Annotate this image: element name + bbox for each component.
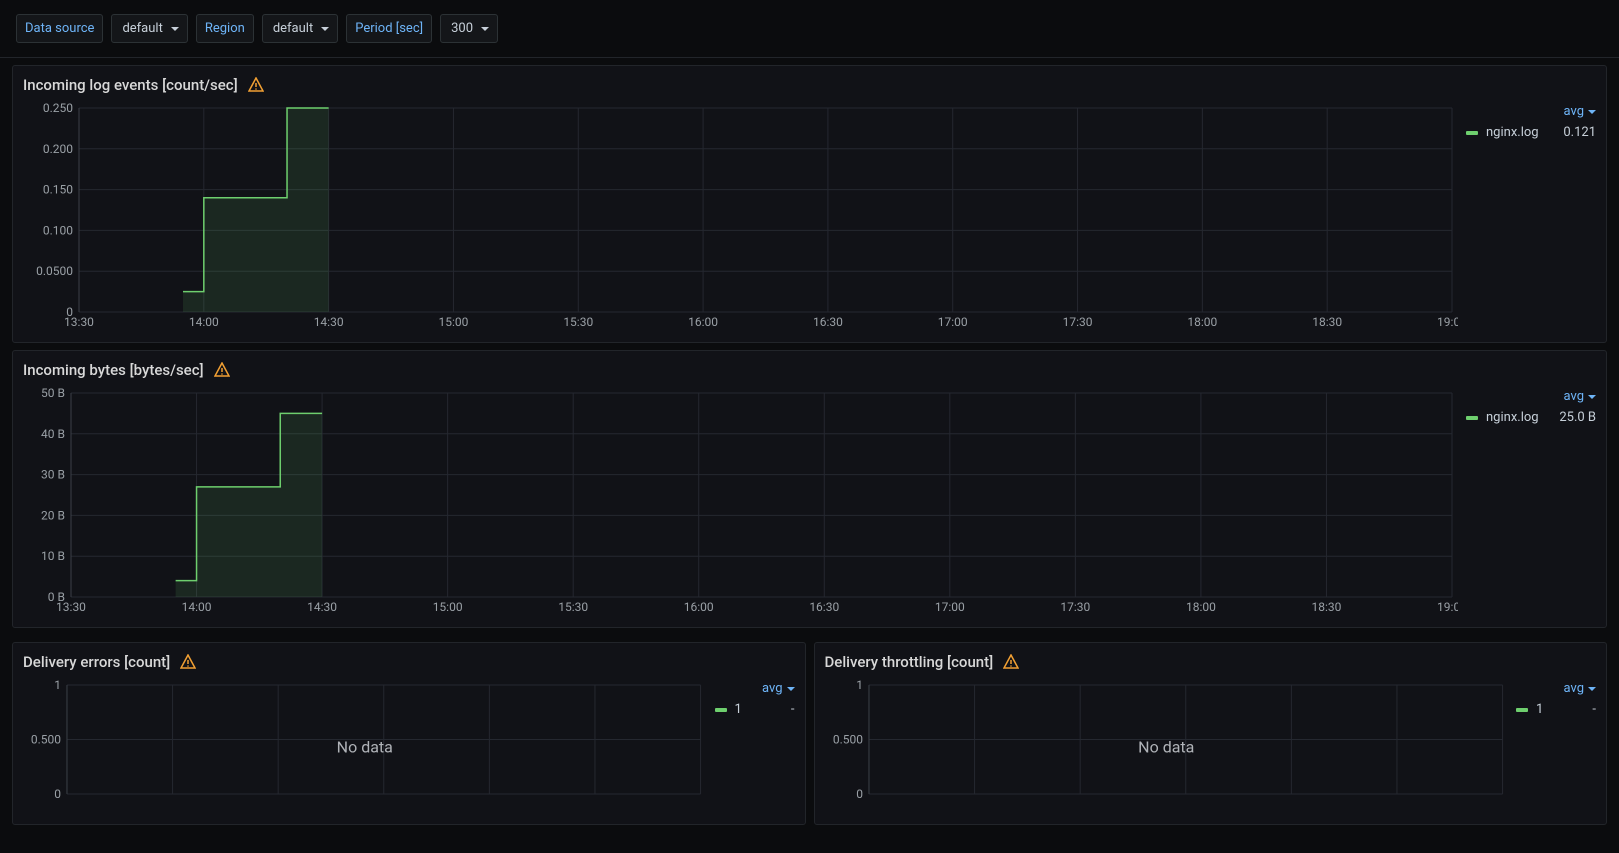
- warning-icon[interactable]: [1003, 654, 1019, 670]
- svg-text:14:00: 14:00: [189, 315, 219, 329]
- svg-text:40 B: 40 B: [41, 427, 65, 441]
- legend: avg nginx.log 25.0 B: [1466, 385, 1596, 619]
- legend: avg nginx.log 0.121: [1466, 100, 1596, 334]
- svg-text:0.500: 0.500: [31, 733, 61, 747]
- svg-text:0: 0: [54, 787, 61, 801]
- chart-incoming-log-events[interactable]: 00.05000.1000.1500.2000.25013:3014:0014:…: [23, 100, 1458, 334]
- legend-aggregation-select[interactable]: avg: [1466, 389, 1596, 404]
- svg-text:0.250: 0.250: [43, 101, 73, 115]
- svg-text:14:30: 14:30: [314, 315, 344, 329]
- svg-text:1: 1: [856, 678, 863, 692]
- data-source-select[interactable]: default: [111, 14, 187, 43]
- svg-text:20 B: 20 B: [41, 508, 65, 522]
- legend-item[interactable]: 1 -: [1516, 702, 1596, 717]
- panel-title: Delivery errors [count]: [23, 653, 170, 671]
- svg-text:0.0500: 0.0500: [36, 264, 73, 278]
- svg-text:19:00: 19:00: [1437, 315, 1458, 329]
- svg-text:10 B: 10 B: [41, 549, 65, 563]
- toolbar: Data source default Region default Perio…: [0, 0, 1619, 58]
- svg-text:13:30: 13:30: [64, 315, 94, 329]
- legend-series-name: nginx.log: [1486, 125, 1555, 140]
- period-select[interactable]: 300: [440, 14, 498, 43]
- legend-item[interactable]: 1 -: [715, 702, 795, 717]
- no-data-label: No data: [337, 737, 393, 756]
- panel-title: Incoming bytes [bytes/sec]: [23, 361, 204, 379]
- svg-text:0.150: 0.150: [43, 183, 73, 197]
- region-label: Region: [196, 14, 254, 43]
- svg-text:18:00: 18:00: [1186, 600, 1216, 614]
- svg-text:17:30: 17:30: [1060, 600, 1090, 614]
- svg-text:30 B: 30 B: [41, 468, 65, 482]
- svg-text:18:30: 18:30: [1312, 600, 1342, 614]
- legend: avg 1 -: [715, 677, 795, 816]
- warning-icon[interactable]: [180, 654, 196, 670]
- panel-title: Incoming log events [count/sec]: [23, 76, 238, 94]
- svg-text:18:00: 18:00: [1187, 315, 1217, 329]
- legend-value: 0.121: [1563, 125, 1596, 140]
- svg-text:0.100: 0.100: [43, 223, 73, 237]
- panel-title: Delivery throttling [count]: [825, 653, 994, 671]
- svg-text:13:30: 13:30: [56, 600, 86, 614]
- svg-text:0.500: 0.500: [832, 733, 862, 747]
- chart-incoming-bytes[interactable]: 0 B10 B20 B30 B40 B50 B13:3014:0014:3015…: [23, 385, 1458, 619]
- legend-aggregation-select[interactable]: avg: [1516, 681, 1596, 696]
- legend-series-name: 1: [735, 702, 783, 717]
- warning-icon[interactable]: [248, 77, 264, 93]
- svg-text:17:00: 17:00: [935, 600, 965, 614]
- legend: avg 1 -: [1516, 677, 1596, 816]
- svg-text:16:00: 16:00: [684, 600, 714, 614]
- svg-text:50 B: 50 B: [41, 386, 65, 400]
- legend-item[interactable]: nginx.log 25.0 B: [1466, 410, 1596, 425]
- legend-swatch: [715, 708, 727, 712]
- svg-text:15:30: 15:30: [558, 600, 588, 614]
- panel-incoming-log-events: Incoming log events [count/sec] 00.05000…: [12, 65, 1607, 343]
- legend-series-name: 1: [1536, 702, 1584, 717]
- panel-delivery-throttling: Delivery throttling [count] 0 0.500 1 No d…: [814, 642, 1608, 825]
- no-data-label: No data: [1138, 737, 1194, 756]
- svg-text:16:30: 16:30: [813, 315, 843, 329]
- svg-text:15:00: 15:00: [433, 600, 463, 614]
- period-label: Period [sec]: [346, 14, 432, 43]
- legend-aggregation-select[interactable]: avg: [1466, 104, 1596, 119]
- svg-text:15:00: 15:00: [439, 315, 469, 329]
- data-source-label: Data source: [16, 14, 103, 43]
- panel-incoming-bytes: Incoming bytes [bytes/sec] 0 B10 B20 B30…: [12, 350, 1607, 628]
- legend-value: -: [1592, 702, 1596, 717]
- svg-text:14:30: 14:30: [307, 600, 337, 614]
- svg-text:14:00: 14:00: [182, 600, 212, 614]
- svg-text:16:30: 16:30: [809, 600, 839, 614]
- warning-icon[interactable]: [214, 362, 230, 378]
- svg-text:19:00: 19:00: [1437, 600, 1458, 614]
- svg-text:18:30: 18:30: [1312, 315, 1342, 329]
- legend-series-name: nginx.log: [1486, 410, 1551, 425]
- region-select[interactable]: default: [262, 14, 338, 43]
- svg-text:0: 0: [856, 787, 863, 801]
- legend-swatch: [1466, 416, 1478, 420]
- chart-delivery-throttling[interactable]: 0 0.500 1 No data: [825, 677, 1509, 816]
- svg-text:15:30: 15:30: [563, 315, 593, 329]
- svg-text:17:00: 17:00: [938, 315, 968, 329]
- legend-swatch: [1466, 131, 1478, 135]
- svg-text:1: 1: [54, 678, 61, 692]
- legend-value: -: [791, 702, 795, 717]
- legend-value: 25.0 B: [1559, 410, 1596, 425]
- chart-delivery-errors[interactable]: 0 0.500 1 No data: [23, 677, 707, 816]
- svg-text:16:00: 16:00: [688, 315, 718, 329]
- panel-delivery-errors: Delivery errors [count] 00.5001 No data …: [12, 642, 806, 825]
- legend-item[interactable]: nginx.log 0.121: [1466, 125, 1596, 140]
- svg-text:17:30: 17:30: [1063, 315, 1093, 329]
- legend-aggregation-select[interactable]: avg: [715, 681, 795, 696]
- legend-swatch: [1516, 708, 1528, 712]
- svg-text:0.200: 0.200: [43, 142, 73, 156]
